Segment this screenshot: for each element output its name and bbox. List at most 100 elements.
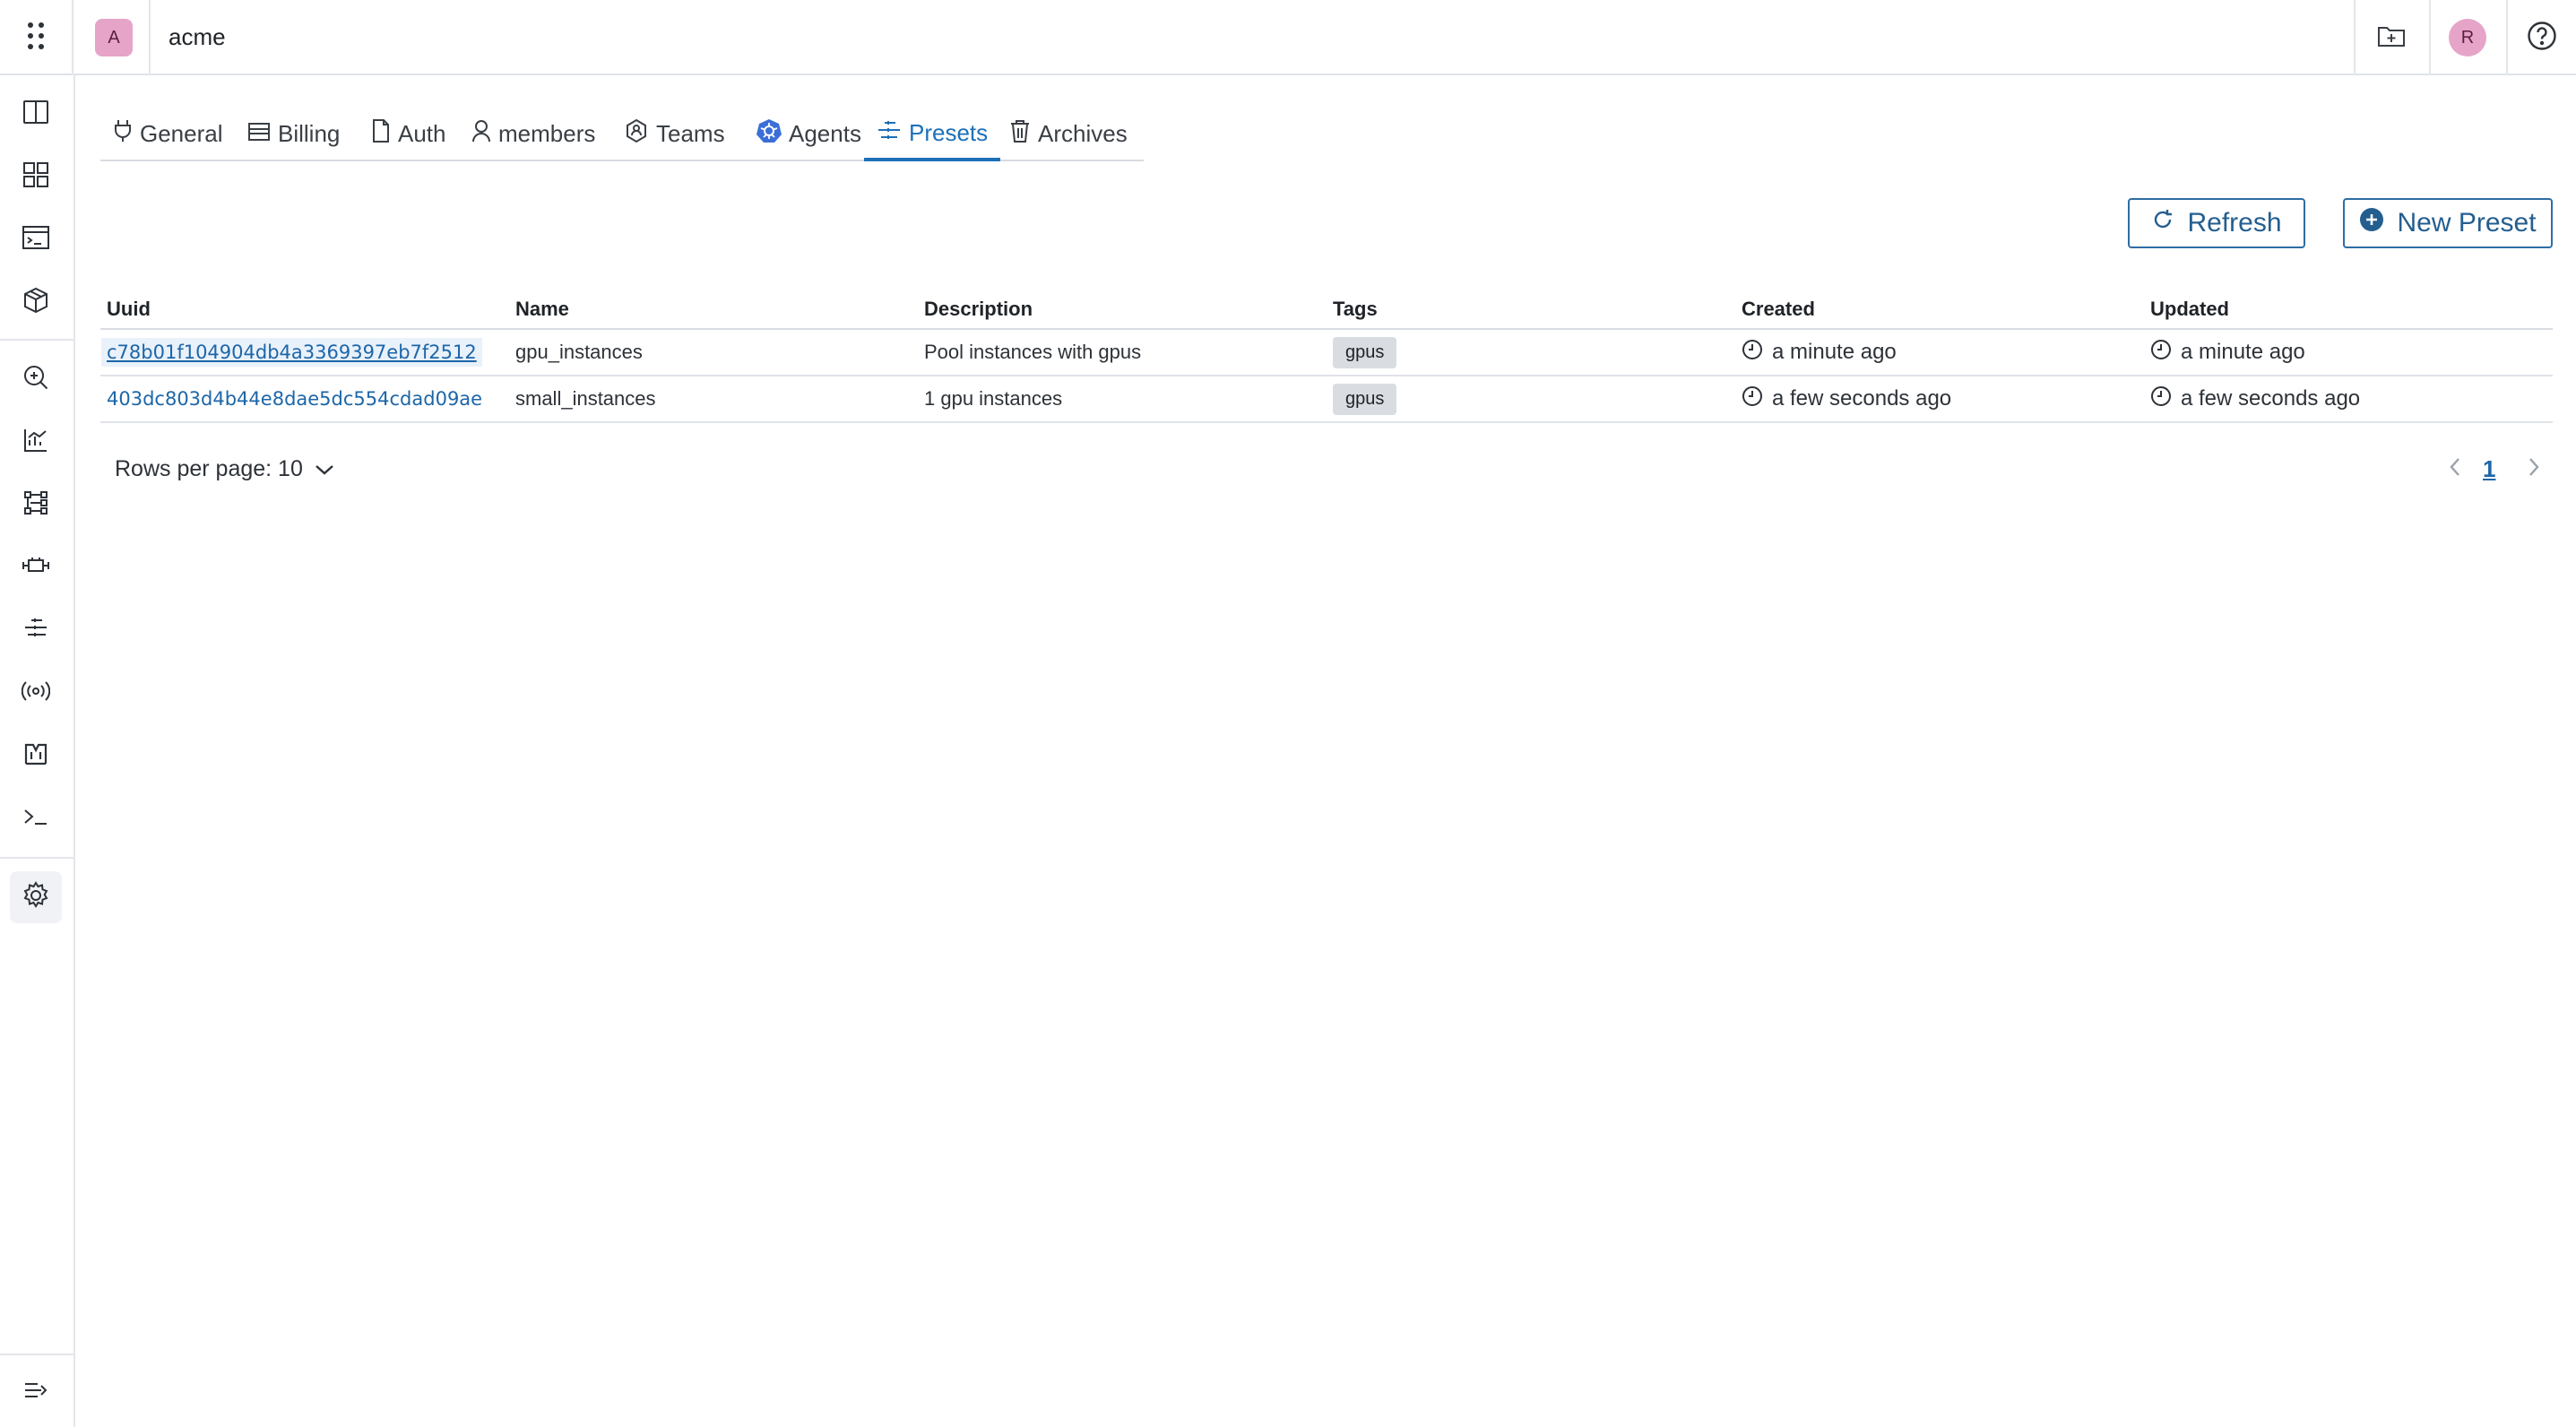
- sidebar-item-layout[interactable]: [10, 88, 62, 140]
- column-header-uuid[interactable]: Uuid: [107, 298, 151, 321]
- updated-value: a minute ago: [2181, 340, 2305, 364]
- help-circle-icon: [2527, 21, 2557, 56]
- sidebar-item-connections[interactable]: [10, 541, 62, 593]
- team-icon: [624, 118, 649, 150]
- column-header-tags[interactable]: Tags: [1333, 298, 1378, 321]
- help-button[interactable]: [2522, 18, 2562, 57]
- grid-icon: [22, 161, 49, 193]
- user-avatar[interactable]: R: [2449, 19, 2486, 56]
- org-name[interactable]: acme: [169, 23, 226, 51]
- column-header-created[interactable]: Created: [1742, 298, 1815, 321]
- presets-icon: [22, 617, 49, 644]
- cube-icon: [22, 287, 49, 318]
- clock-icon: [1742, 339, 1763, 367]
- tab-auth[interactable]: Auth: [359, 108, 459, 160]
- tag-badge: gpus: [1333, 383, 1397, 415]
- settings-tabs: General Billing Auth members Teams Agent…: [100, 108, 1144, 161]
- page-number-current[interactable]: 1: [2483, 453, 2495, 485]
- trash-icon: [1009, 118, 1031, 150]
- tab-archives[interactable]: Archives: [997, 108, 1140, 160]
- sidebar-item-analytics[interactable]: [10, 416, 62, 468]
- tag-badge: gpus: [1333, 336, 1397, 368]
- new-project-button[interactable]: [2372, 18, 2411, 57]
- created-time: a few seconds ago: [1742, 385, 1951, 413]
- sidebar-item-presets[interactable]: [10, 604, 62, 656]
- document-icon: [371, 118, 391, 150]
- chevron-right-icon: [2528, 456, 2540, 482]
- tab-members[interactable]: members: [459, 108, 608, 160]
- preset-uuid-link[interactable]: 403dc803d4b44e8dae5dc554cdad09ae: [107, 388, 482, 410]
- sidebar-item-components[interactable]: [10, 276, 62, 328]
- sidebar-item-console[interactable]: [10, 792, 62, 844]
- apps-grid-icon: [27, 22, 45, 55]
- tab-agents[interactable]: Agents: [744, 108, 874, 160]
- broadcast-icon: [21, 679, 51, 707]
- previous-page-button[interactable]: [2442, 453, 2468, 485]
- org-initial: A: [108, 27, 120, 48]
- tab-general[interactable]: General: [100, 108, 236, 160]
- new-preset-button[interactable]: New Preset: [2343, 198, 2553, 248]
- column-header-updated[interactable]: Updated: [2150, 298, 2229, 321]
- gear-icon: [22, 880, 50, 914]
- tab-label: Presets: [909, 118, 989, 146]
- table-row: c78b01f104904db4a3369397eb7f2512 gpu_ins…: [100, 330, 2553, 376]
- tab-teams[interactable]: Teams: [611, 108, 738, 160]
- org-avatar[interactable]: A: [95, 19, 133, 56]
- refresh-button[interactable]: Refresh: [2128, 198, 2305, 248]
- sidebar-divider: [0, 857, 73, 859]
- tab-presets[interactable]: Presets: [864, 108, 1001, 161]
- plus-circle-icon: [2359, 207, 2384, 239]
- rows-per-page-label: Rows per page: 10: [115, 455, 303, 481]
- preset-name: gpu_instances: [515, 341, 643, 363]
- tab-billing[interactable]: Billing: [235, 108, 352, 160]
- next-page-button[interactable]: [2520, 453, 2547, 485]
- top-header: A acme R: [0, 0, 2576, 75]
- folder-add-icon: [2377, 23, 2406, 53]
- sidebar-item-dag[interactable]: [10, 479, 62, 531]
- sidebar-item-runs[interactable]: [10, 213, 62, 265]
- sidebar-item-dashboards[interactable]: [10, 151, 62, 203]
- new-preset-label: New Preset: [2397, 208, 2537, 238]
- chevron-left-icon: [2449, 456, 2461, 482]
- refresh-icon: [2151, 208, 2174, 238]
- credit-card-icon: [247, 120, 271, 148]
- chart-line-icon: [22, 427, 49, 458]
- dag-icon: [22, 489, 49, 521]
- presets-icon: [877, 119, 902, 147]
- preset-description: Pool instances with gpus: [924, 341, 1142, 363]
- expand-sidebar-icon: [23, 1380, 48, 1405]
- created-value: a few seconds ago: [1772, 386, 1952, 411]
- updated-value: a few seconds ago: [2181, 386, 2361, 411]
- tab-label: Billing: [278, 119, 341, 147]
- console-icon: [22, 806, 49, 832]
- sidebar-item-settings[interactable]: [10, 871, 62, 923]
- column-header-name[interactable]: Name: [515, 298, 569, 321]
- search-zoom-icon: [22, 364, 49, 395]
- registry-icon: [23, 741, 48, 771]
- sidebar-item-registry[interactable]: [10, 730, 62, 782]
- preset-description: 1 gpu instances: [924, 387, 1063, 410]
- presets-table: Uuid Name Description Tags Created Updat…: [100, 287, 2553, 423]
- connection-icon: [22, 555, 50, 581]
- column-header-description[interactable]: Description: [924, 298, 1033, 321]
- sidebar-divider: [0, 339, 73, 341]
- header-divider: [2506, 0, 2508, 75]
- terminal-window-icon: [22, 225, 50, 255]
- plug-icon: [113, 118, 133, 150]
- tab-label: Archives: [1038, 119, 1128, 147]
- rows-per-page-select[interactable]: Rows per page: 10: [115, 453, 335, 485]
- sidebar-item-search[interactable]: [10, 353, 62, 405]
- sidebar-item-agents[interactable]: [10, 667, 62, 719]
- user-initial: R: [2460, 27, 2475, 48]
- updated-time: a few seconds ago: [2150, 385, 2360, 413]
- chevron-down-icon: [314, 456, 335, 482]
- preset-uuid-link[interactable]: c78b01f104904db4a3369397eb7f2512: [101, 338, 482, 367]
- sidebar-collapse-button[interactable]: [10, 1366, 62, 1418]
- table-row: 403dc803d4b44e8dae5dc554cdad09ae small_i…: [100, 376, 2553, 423]
- sidebar-divider: [0, 1353, 73, 1355]
- header-divider: [2429, 0, 2431, 75]
- header-divider: [149, 0, 151, 75]
- tab-label: Auth: [398, 119, 446, 147]
- apps-menu-button[interactable]: [0, 0, 73, 75]
- clock-icon: [1742, 385, 1763, 413]
